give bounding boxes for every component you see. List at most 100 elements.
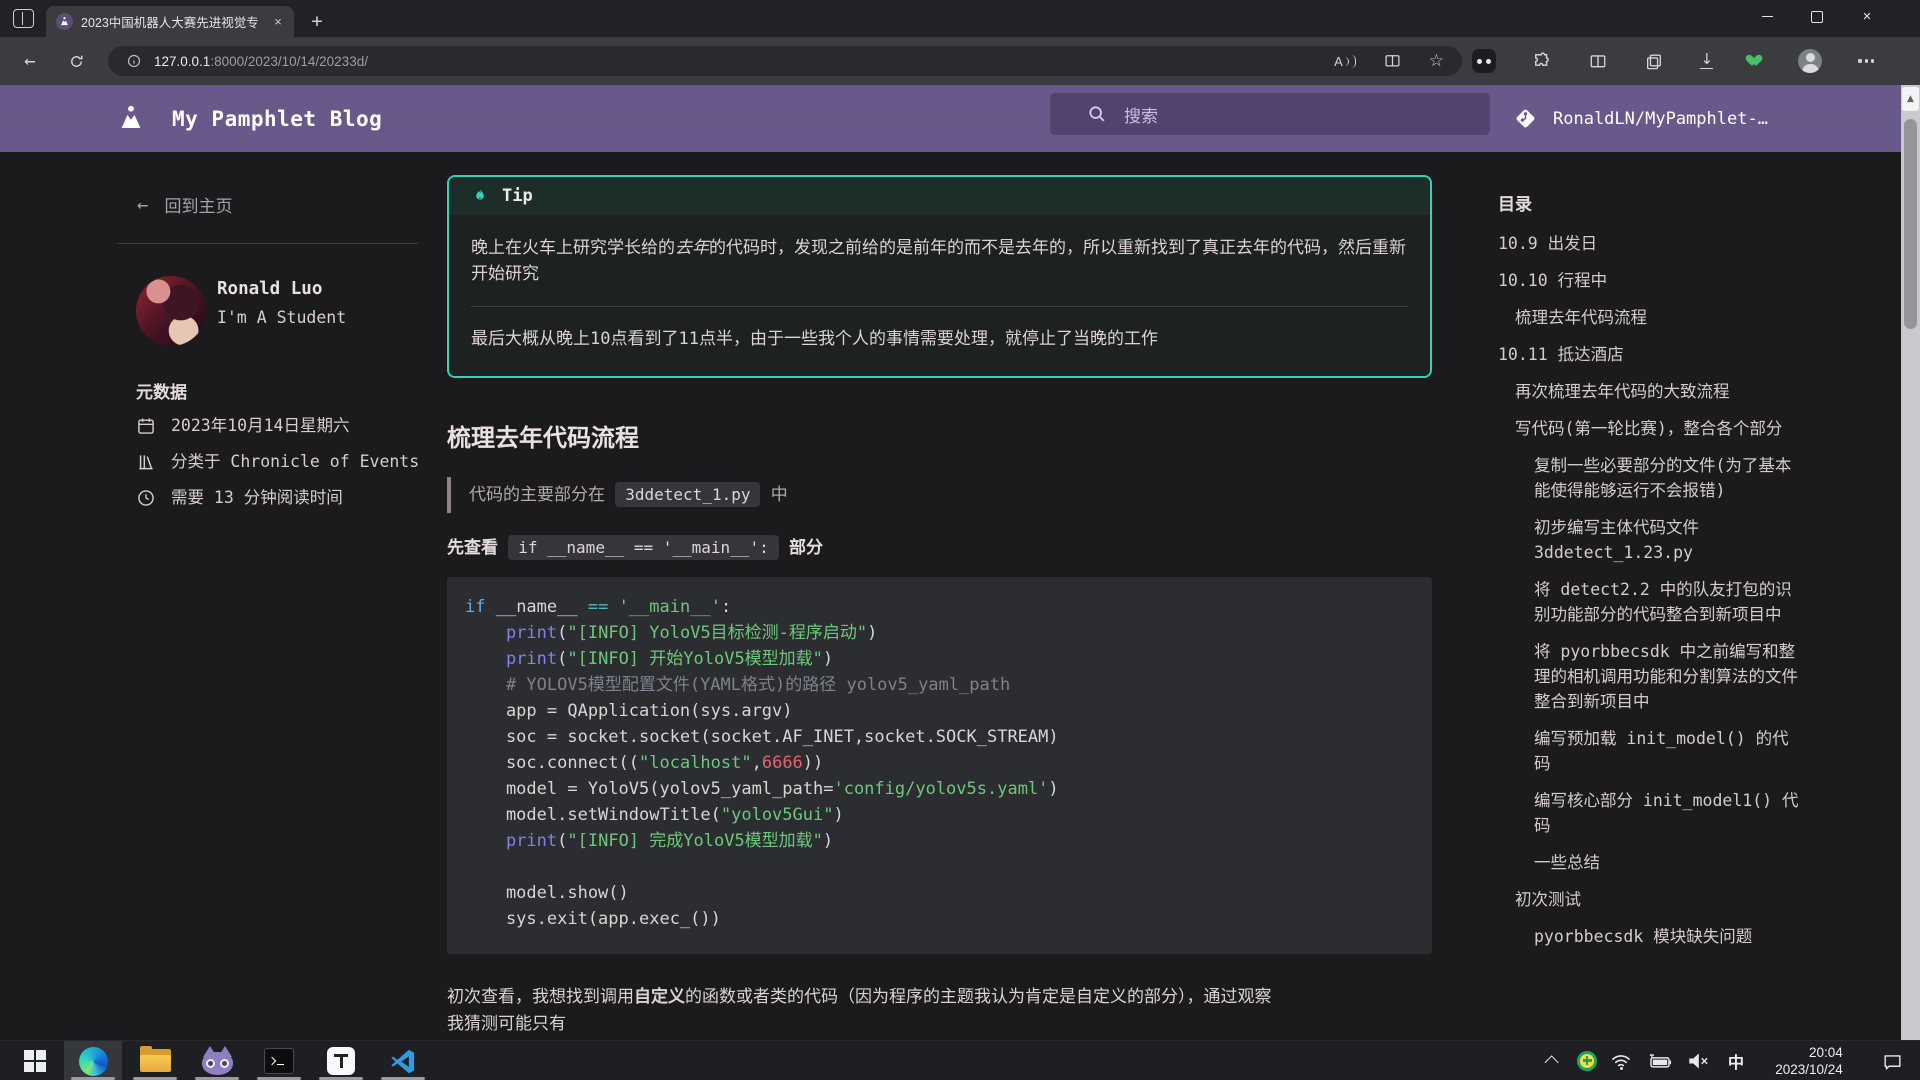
toc-item[interactable]: 再次梳理去年代码的大致流程 <box>1498 379 1803 404</box>
wifi-icon[interactable] <box>1604 1041 1640 1080</box>
start-button[interactable] <box>6 1041 64 1080</box>
code-token: ( <box>557 649 567 669</box>
code-line: sys.exit(app.exec_()) <box>465 906 1414 932</box>
extensions-puzzle-icon[interactable] <box>1532 51 1552 71</box>
metadata-list: 2023年10月14日星期六 分类于 Chronicle of Events 需… <box>136 414 436 510</box>
toc-item[interactable]: 梳理去年代码流程 <box>1498 305 1803 330</box>
volume-muted-icon[interactable] <box>1680 1041 1718 1080</box>
close-button[interactable]: × <box>1842 0 1892 33</box>
meta-date-text: 2023年10月14日星期六 <box>171 414 349 438</box>
scrollbar-thumb[interactable] <box>1904 119 1917 329</box>
clock-icon <box>136 488 156 510</box>
tip-label: Tip <box>502 186 533 206</box>
taskbar-cat-app[interactable] <box>188 1041 246 1080</box>
tray-chevron-icon[interactable] <box>1536 1041 1570 1080</box>
tab-title: 2023中国机器人大赛先进视觉专 <box>81 12 270 31</box>
minimize-button[interactable] <box>1742 0 1792 33</box>
screen: 2023中国机器人大赛先进视觉专 × + × ← 127.0.0.1:8000/… <box>0 0 1920 1080</box>
browser-essentials-icon[interactable] <box>1749 55 1762 67</box>
toc-item[interactable]: 将 detect2.2 中的队友打包的识别功能部分的代码整合到新项目中 <box>1498 577 1803 627</box>
code-line: print("[INFO] 开始YoloV5模型加载") <box>465 646 1414 672</box>
code-token: : <box>721 597 731 617</box>
code-token: print <box>506 623 557 643</box>
inline-code: if __name__ == '__main__': <box>508 535 778 560</box>
page-content: ← 回到主页 Ronald Luo I'm A Student 元数据 2023… <box>0 152 1920 1040</box>
immersive-reader-icon[interactable] <box>1383 52 1402 70</box>
toc-item[interactable]: pyorbbecsdk 模块缺失问题 <box>1498 924 1803 949</box>
code-token: == <box>588 597 608 617</box>
toc-item[interactable]: 编写核心部分 init_model1() 代码 <box>1498 788 1803 838</box>
clock[interactable]: 20:04 2023/10/24 <box>1754 1041 1864 1080</box>
downloads-icon[interactable]: ↓ <box>1700 53 1713 69</box>
taskbar-explorer[interactable] <box>126 1041 184 1080</box>
url-text[interactable]: 127.0.0.1:8000/2023/10/14/20233d/ <box>154 54 368 69</box>
toc-item[interactable]: 编写预加载 init_model() 的代码 <box>1498 726 1803 776</box>
tray-green-app-icon[interactable] <box>1570 1041 1604 1080</box>
toolbar-actions: ↓ <box>1472 37 1874 85</box>
toc-item[interactable]: 将 pyorbbecsdk 中之前编写和整理的相机调用功能和分割算法的文件整合到… <box>1498 639 1803 714</box>
taskbar-typora[interactable] <box>312 1041 370 1080</box>
code-token: "[INFO] 完成YoloV5模型加载" <box>567 831 823 851</box>
split-screen-icon[interactable] <box>1588 52 1608 71</box>
code-token <box>465 623 506 643</box>
code-token: ) <box>823 649 833 669</box>
browser-tab[interactable]: 2023中国机器人大赛先进视觉专 × <box>46 6 294 37</box>
extension-icon[interactable] <box>1472 49 1496 73</box>
address-bar[interactable]: 127.0.0.1:8000/2023/10/14/20233d/ A ☆ <box>108 46 1462 76</box>
taskbar-edge[interactable] <box>64 1041 122 1080</box>
profile-avatar-icon[interactable] <box>1798 49 1822 73</box>
maximize-button[interactable] <box>1792 0 1842 33</box>
notification-center-icon[interactable] <box>1864 1041 1920 1080</box>
blockquote: 代码的主要部分在 3ddetect_1.py 中 <box>447 477 1432 513</box>
new-tab-button[interactable]: + <box>304 8 330 34</box>
toc-item[interactable]: 10.11 抵达酒店 <box>1498 342 1803 367</box>
toc-item[interactable]: 初次测试 <box>1498 887 1803 912</box>
read-aloud-icon[interactable]: A <box>1334 54 1356 69</box>
toc-item[interactable]: 初步编写主体代码文件 3ddetect_1.23.py <box>1498 515 1803 565</box>
ime-indicator[interactable]: 中 <box>1718 1041 1754 1080</box>
metadata-title: 元数据 <box>136 378 187 403</box>
tip-body: 晚上在火车上研究学长给的去年的代码时，发现之前给的是前年的而不是去年的，所以重新… <box>449 215 1430 376</box>
site-info-icon[interactable] <box>126 53 142 69</box>
code-line: # YOLOV5模型配置文件(YAML格式)的路径 yolov5_yaml_pa… <box>465 672 1414 698</box>
toc-item[interactable]: 复制一些必要部分的文件(为了基本能使得能够运行不会报错) <box>1498 453 1803 503</box>
refresh-icon[interactable] <box>60 37 92 85</box>
toc-item[interactable]: 10.10 行程中 <box>1498 268 1803 293</box>
toc-item[interactable]: 10.9 出发日 <box>1498 231 1803 256</box>
meta-readtime-text: 需要 13 分钟阅读时间 <box>171 486 343 510</box>
code-line: app = QApplication(sys.argv) <box>465 698 1414 724</box>
taskbar-terminal[interactable] <box>250 1041 308 1080</box>
back-icon[interactable]: ← <box>14 37 46 85</box>
tab-actions-icon[interactable] <box>13 9 34 28</box>
taskbar-vscode[interactable] <box>374 1041 432 1080</box>
article-paragraph: 初次查看，我想找到调用自定义的函数或者类的代码（因为程序的主题我认为肯定是自定义… <box>447 984 1432 1038</box>
tip-paragraph-1: 晚上在火车上研究学长给的去年的代码时，发现之前给的是前年的而不是去年的，所以重新… <box>471 235 1408 287</box>
site-header: My Pamphlet Blog 搜索 RonaldLN/MyPamphlet-… <box>0 85 1920 152</box>
code-token <box>465 675 506 695</box>
category-icon <box>136 452 156 474</box>
site-title[interactable]: My Pamphlet Blog <box>172 107 382 131</box>
page-scrollbar[interactable]: ▲ <box>1901 85 1920 1040</box>
tab-close-icon[interactable]: × <box>270 14 286 30</box>
code-token: # YOLOV5模型配置文件(YAML格式)的路径 yolov5_yaml_pa… <box>506 675 1010 695</box>
repo-link[interactable]: RonaldLN/MyPamphlet-… <box>1512 85 1768 152</box>
meta-category-text: 分类于 Chronicle of Events <box>171 450 419 474</box>
code-token: app = QApplication(sys.argv) <box>465 701 793 721</box>
code-token: '__main__' <box>619 597 721 617</box>
toc-item[interactable]: 一些总结 <box>1498 850 1803 875</box>
settings-more-icon[interactable] <box>1858 59 1874 62</box>
back-home-link[interactable]: ← 回到主页 <box>137 192 232 217</box>
scrollbar-up-icon[interactable]: ▲ <box>1902 87 1919 111</box>
site-logo-icon[interactable] <box>116 103 146 133</box>
toc-item[interactable]: 写代码(第一轮比赛)，整合各个部分 <box>1498 416 1803 441</box>
url-host: 127.0.0.1 <box>154 54 210 69</box>
favorite-star-icon[interactable]: ☆ <box>1429 51 1444 71</box>
search-box[interactable]: 搜索 <box>1050 93 1490 135</box>
edge-icon <box>79 1047 108 1076</box>
code-block[interactable]: if __name__ == '__main__': print("[INFO]… <box>447 577 1432 954</box>
code-token: print <box>506 831 557 851</box>
battery-icon[interactable] <box>1640 1041 1680 1080</box>
code-line: soc = socket.socket(socket.AF_INET,socke… <box>465 724 1414 750</box>
collections-icon[interactable] <box>1644 52 1664 71</box>
meta-date-row: 2023年10月14日星期六 <box>136 414 436 438</box>
